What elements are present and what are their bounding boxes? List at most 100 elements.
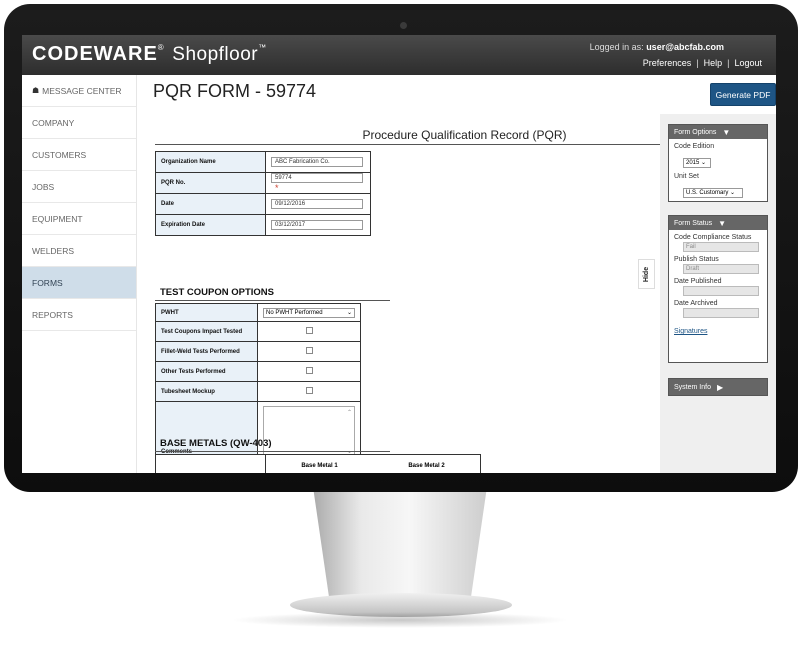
system-info-title: System Info bbox=[674, 383, 711, 391]
fillet-weld-checkbox[interactable] bbox=[305, 347, 313, 354]
base-metals-heading: BASE METALS (QW-403) bbox=[160, 438, 272, 449]
pqr-no-field[interactable]: 59774 bbox=[271, 173, 363, 183]
pqr-no-label: PQR No. bbox=[155, 172, 266, 194]
logged-in-label: Logged in as: bbox=[589, 42, 644, 52]
user-name: user@abcfab.com bbox=[646, 42, 724, 52]
sidebar-item-label: MESSAGE CENTER bbox=[42, 85, 122, 96]
compliance-label: Code Compliance Status bbox=[674, 234, 752, 241]
form-options-title: Form Options bbox=[674, 128, 717, 136]
compliance-value: Fail bbox=[683, 242, 759, 252]
hide-panel-tab[interactable]: Hide bbox=[638, 259, 655, 289]
code-edition-select[interactable]: 2015 ⌄ bbox=[683, 158, 711, 168]
right-panel: Form Options ▼ Code Edition 2015 ⌄ Unit S… bbox=[660, 114, 776, 473]
preferences-link[interactable]: Preferences bbox=[643, 58, 692, 68]
date-archived-label: Date Archived bbox=[674, 300, 718, 307]
comments-textarea[interactable]: ⌃⌄ bbox=[263, 405, 355, 458]
date-archived-value bbox=[683, 308, 759, 318]
caret-down-icon: ▼ bbox=[722, 127, 731, 137]
sidebar-item-welders[interactable]: WELDERS bbox=[22, 235, 136, 267]
pwht-label: PWHT bbox=[155, 303, 258, 322]
form-options-header[interactable]: Form Options ▼ bbox=[669, 125, 767, 139]
form-options-box: Form Options ▼ Code Edition 2015 ⌄ Unit S… bbox=[668, 124, 768, 202]
sidebar-item-reports[interactable]: REPORTS bbox=[22, 299, 136, 331]
monitor-photo: CODEWARE® Shopfloor™ Logged in as: user@… bbox=[0, 0, 800, 645]
publish-status-label: Publish Status bbox=[674, 256, 719, 263]
main-area: PQR FORM - 59774 Generate PDF Procedure … bbox=[138, 75, 776, 473]
caret-right-icon: ▶ bbox=[716, 382, 724, 392]
date-published-label: Date Published bbox=[674, 278, 722, 285]
sidebar-item-label: EQUIPMENT bbox=[32, 213, 83, 224]
unit-set-select[interactable]: U.S. Customary ⌄ bbox=[683, 188, 743, 198]
section-divider bbox=[155, 300, 390, 301]
sidebar-item-label: REPORTS bbox=[32, 309, 73, 320]
form-title: Procedure Qualification Record (PQR) bbox=[362, 128, 567, 142]
product-name: Shopfloor bbox=[172, 44, 259, 65]
impact-tested-label: Test Coupons Impact Tested bbox=[155, 321, 258, 342]
sidebar-item-label: WELDERS bbox=[32, 245, 75, 256]
logged-in-info: Logged in as: user@abcfab.com bbox=[590, 42, 724, 52]
date-published-value bbox=[683, 286, 759, 296]
other-tests-checkbox[interactable] bbox=[305, 367, 313, 374]
app-window: CODEWARE® Shopfloor™ Logged in as: user@… bbox=[22, 35, 776, 473]
logout-link[interactable]: Logout bbox=[734, 58, 762, 68]
generate-pdf-button[interactable]: Generate PDF bbox=[710, 83, 776, 106]
base-metals-corner bbox=[155, 454, 266, 473]
caret-down-icon: ▼ bbox=[718, 218, 727, 228]
sidebar-item-forms[interactable]: FORMS bbox=[22, 267, 136, 299]
base-metals-table: Base Metal 1 Base Metal 2 bbox=[155, 454, 481, 473]
sidebar-item-label: JOBS bbox=[32, 181, 55, 192]
webcam bbox=[400, 22, 407, 29]
system-info-header[interactable]: System Info ▶ bbox=[669, 379, 767, 395]
sidebar-item-jobs[interactable]: JOBS bbox=[22, 171, 136, 203]
sidebar-item-equipment[interactable]: EQUIPMENT bbox=[22, 203, 136, 235]
required-asterisk-icon: * bbox=[275, 183, 279, 193]
sidebar-item-label: COMPANY bbox=[32, 117, 75, 128]
sidebar-item-customers[interactable]: CUSTOMERS bbox=[22, 139, 136, 171]
form-status-title: Form Status bbox=[674, 219, 713, 227]
top-bar: CODEWARE® Shopfloor™ Logged in as: user@… bbox=[22, 35, 776, 75]
pwht-selected-value: No PWHT Performed bbox=[266, 309, 323, 316]
code-edition-label: Code Edition bbox=[674, 143, 715, 150]
other-tests-label: Other Tests Performed bbox=[155, 361, 258, 382]
brand-name: CODEWARE bbox=[32, 43, 158, 65]
org-name-field[interactable]: ABC Fabrication Co. bbox=[271, 157, 363, 167]
tubesheet-label: Tubesheet Mockup bbox=[155, 381, 258, 402]
app-logo[interactable]: CODEWARE® Shopfloor™ bbox=[32, 43, 267, 66]
sidebar-item-label: FORMS bbox=[32, 277, 63, 288]
title-divider bbox=[155, 144, 661, 145]
test-coupon-heading: TEST COUPON OPTIONS bbox=[160, 287, 275, 298]
page-title: PQR FORM - 59774 bbox=[153, 81, 317, 101]
date-label: Date bbox=[155, 193, 266, 215]
code-edition-value: 2015 bbox=[686, 160, 700, 166]
pwht-select[interactable]: No PWHT Performed ⌄ bbox=[263, 307, 355, 318]
tubesheet-checkbox[interactable] bbox=[305, 387, 313, 394]
system-info-box[interactable]: System Info ▶ bbox=[668, 378, 768, 396]
sidebar-item-message-center[interactable]: ☗ MESSAGE CENTER bbox=[22, 75, 136, 107]
form-status-header[interactable]: Form Status ▼ bbox=[669, 216, 767, 230]
fillet-weld-label: Fillet-Weld Tests Performed bbox=[155, 341, 258, 362]
signatures-link[interactable]: Signatures bbox=[674, 328, 767, 335]
stand-shadow bbox=[230, 612, 570, 628]
expiration-date-label: Expiration Date bbox=[155, 214, 266, 236]
date-field[interactable]: 09/12/2016 bbox=[271, 199, 363, 209]
header-links: Preferences | Help | Logout bbox=[642, 58, 762, 68]
impact-tested-checkbox[interactable] bbox=[305, 327, 313, 334]
sidebar: ☗ MESSAGE CENTER COMPANY CUSTOMERS JOBS E… bbox=[22, 75, 137, 473]
comments-label: Comments bbox=[155, 401, 258, 462]
sidebar-item-label: CUSTOMERS bbox=[32, 149, 87, 160]
form-scroll-area[interactable]: Procedure Qualification Record (PQR) Org… bbox=[138, 114, 661, 473]
unit-set-label: Unit Set bbox=[674, 173, 699, 180]
scroll-up-icon: ⌃ bbox=[346, 409, 352, 416]
org-name-label: Organization Name bbox=[155, 151, 266, 173]
form-status-box: Form Status ▼ Code Compliance Status Fail… bbox=[668, 215, 768, 363]
base-metal-2-header: Base Metal 2 bbox=[373, 454, 481, 473]
pqr-form: Procedure Qualification Record (PQR) Org… bbox=[138, 114, 661, 473]
base-metal-1-header: Base Metal 1 bbox=[265, 454, 373, 473]
expiration-date-field[interactable]: 03/12/2017 bbox=[271, 220, 363, 230]
help-link[interactable]: Help bbox=[704, 58, 723, 68]
header-fields-table: Organization Name ABC Fabrication Co. PQ… bbox=[155, 151, 371, 236]
sidebar-item-company[interactable]: COMPANY bbox=[22, 107, 136, 139]
publish-status-value: Draft bbox=[683, 264, 759, 274]
unit-set-value: U.S. Customary bbox=[686, 190, 729, 196]
section-divider bbox=[155, 451, 390, 452]
